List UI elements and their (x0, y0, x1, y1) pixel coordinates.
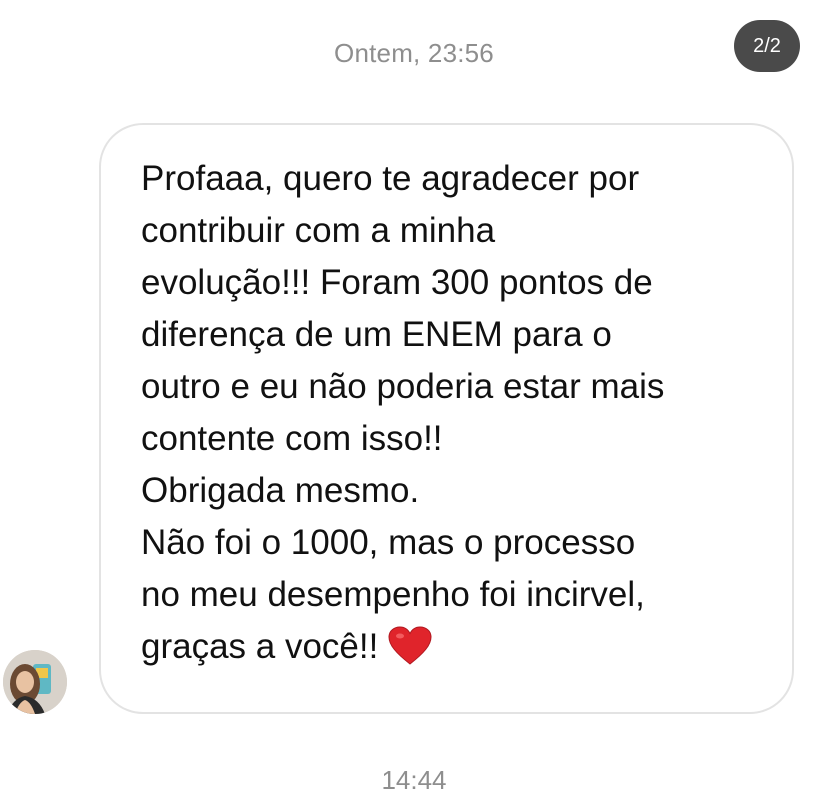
message-line: diferença de um ENEM para o (141, 315, 612, 354)
message-line: Não foi o 1000, mas o processo (141, 523, 636, 562)
page-indicator-badge: 2/2 (734, 20, 800, 72)
message-line: evolução!!! Foram 300 pontos de (141, 263, 653, 302)
message-line: graças a você!! (141, 627, 379, 666)
heart-icon (388, 626, 432, 665)
avatar[interactable] (3, 650, 67, 714)
message-line: contribuir com a minha (141, 211, 496, 250)
message-line: Obrigada mesmo. (141, 471, 420, 510)
message-line: no meu desempenho foi incirvel, (141, 575, 645, 614)
message-timestamp-next: 14:44 (381, 765, 447, 795)
message-bubble[interactable]: Profaaa, quero te agradecer por contribu… (99, 123, 794, 714)
message-line: outro e eu não poderia estar mais (141, 367, 665, 406)
message-line: Profaaa, quero te agradecer por (141, 159, 640, 198)
message-timestamp: Ontem, 23:56 (334, 38, 494, 68)
message-line: contente com isso!! (141, 419, 443, 458)
message-text: Profaaa, quero te agradecer por contribu… (141, 153, 781, 673)
message-line-last: graças a você!! (141, 621, 781, 673)
avatar-photo-icon (3, 650, 67, 714)
